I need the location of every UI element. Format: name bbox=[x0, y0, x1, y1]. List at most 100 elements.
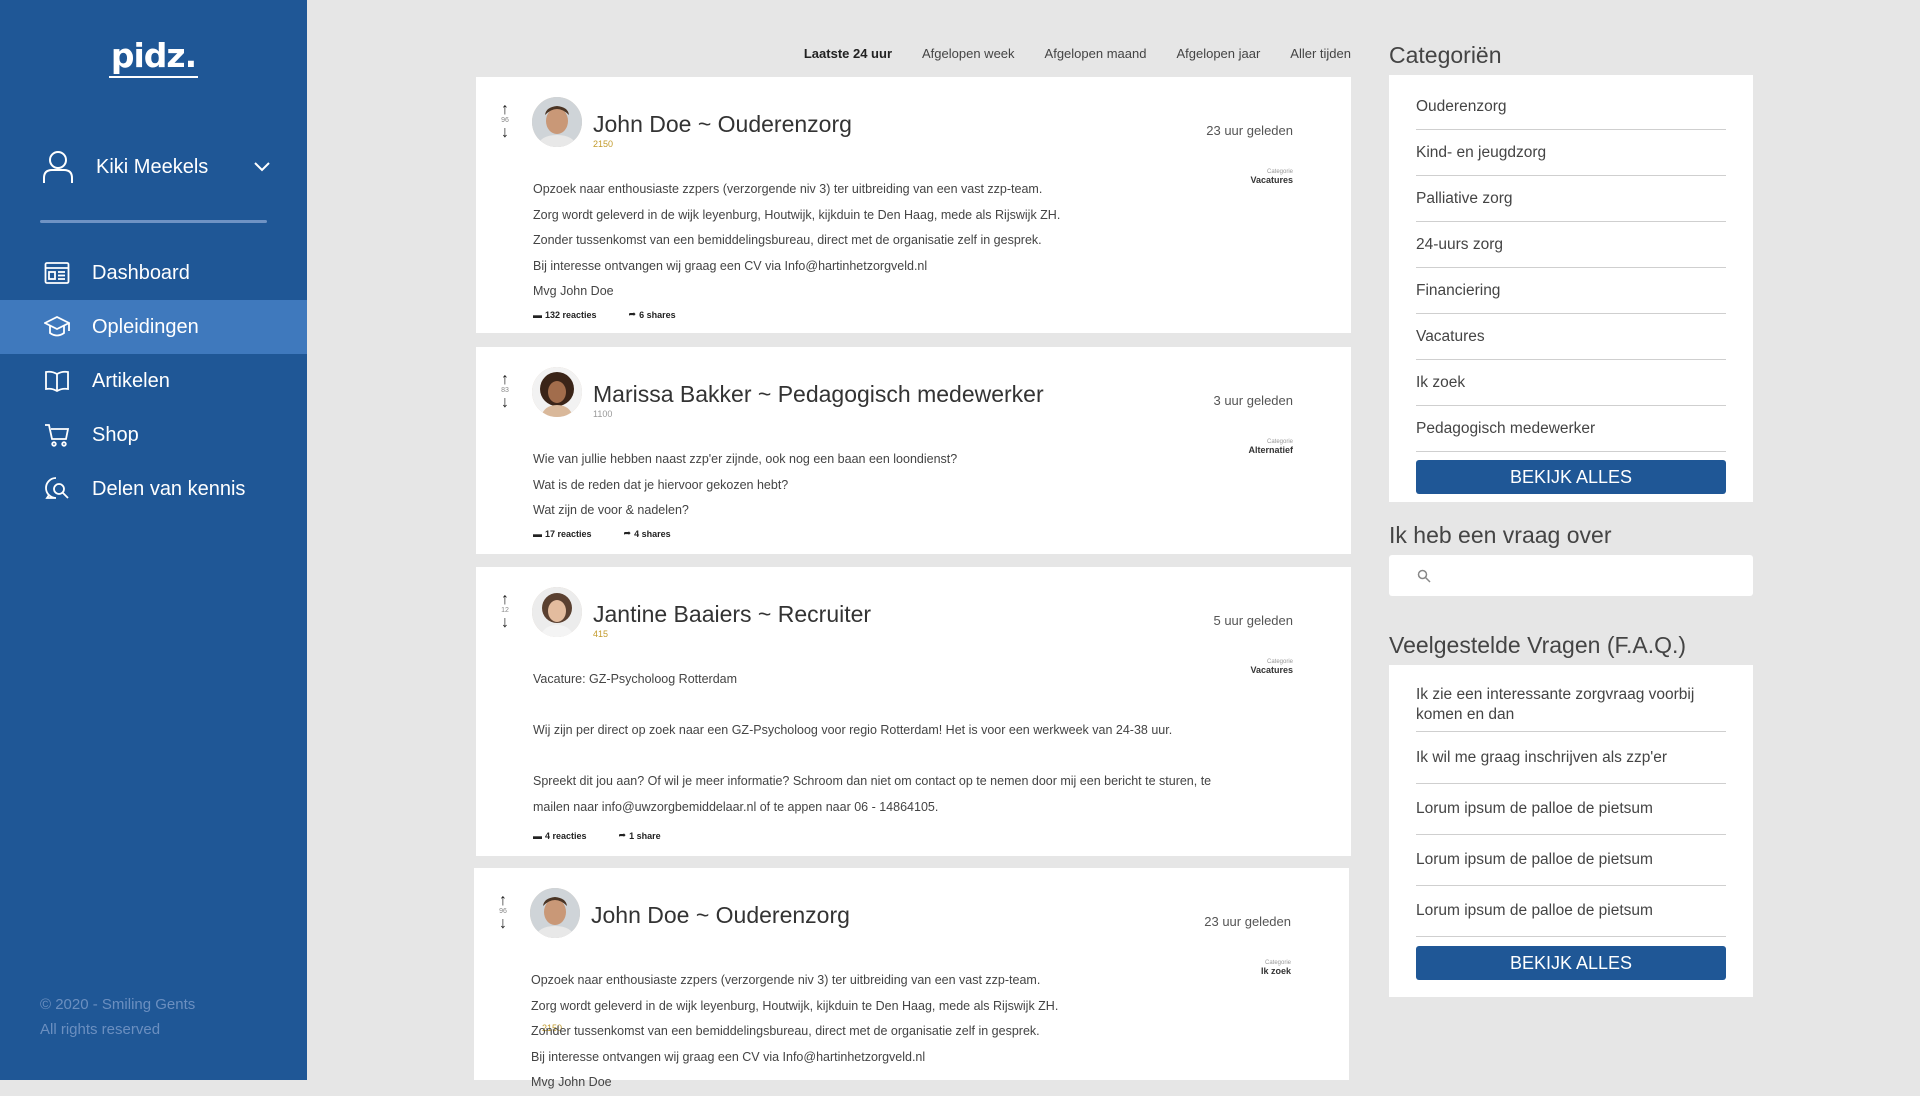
categories-view-all-button[interactable]: BEKIJK ALLES bbox=[1416, 460, 1726, 494]
post-line: Wat zijn de voor & nadelen? bbox=[533, 503, 689, 517]
sidebar: pidz. Kiki Meekels Dashboard Opleidingen bbox=[0, 0, 307, 1080]
comment-icon: ▬ bbox=[533, 309, 542, 320]
sidebar-item-label: Opleidingen bbox=[92, 315, 199, 338]
downvote-arrow-icon[interactable]: ↓ bbox=[498, 395, 512, 411]
post-line: Opzoek naar enthousiaste zzpers (verzorg… bbox=[531, 973, 1041, 987]
sidebar-item-artikelen[interactable]: Artikelen bbox=[0, 354, 307, 408]
category-item[interactable]: 24-uurs zorg bbox=[1416, 222, 1726, 268]
category-item[interactable]: Financiering bbox=[1416, 268, 1726, 314]
copyright-text: © 2020 - Smiling Gents bbox=[40, 996, 196, 1013]
post-body: Wie van jullie hebben naast zzp'er zijnd… bbox=[533, 447, 1273, 524]
post-line: Wij zijn per direct op zoek naar een GZ-… bbox=[533, 723, 1173, 737]
post-time: 3 uur geleden bbox=[1213, 393, 1293, 408]
graduation-cap-icon bbox=[44, 315, 70, 337]
reactions-link[interactable]: ▬ 132 reacties bbox=[533, 309, 597, 320]
upvote-arrow-icon[interactable]: ↑ bbox=[498, 372, 512, 388]
post-line: Mvg John Doe bbox=[533, 284, 614, 298]
post-card[interactable]: ↑ 96 ↓ John Doe ~ Ouderenzorg 2150 23 uu… bbox=[474, 868, 1349, 1089]
post-line: Vacature: GZ-Psycholoog Rotterdam bbox=[533, 672, 738, 686]
post-card[interactable]: ↑ 12 ↓ Jantine Baaiers ~ Recruiter 415 5… bbox=[476, 567, 1351, 856]
upvote-arrow-icon[interactable]: ↑ bbox=[498, 102, 512, 118]
share-icon: ➦ bbox=[623, 528, 632, 538]
upvote-arrow-icon[interactable]: ↑ bbox=[496, 893, 510, 909]
faq-item[interactable]: Lorum ipsum de palloe de pietsum bbox=[1416, 886, 1726, 937]
comment-icon: ▬ bbox=[533, 830, 542, 841]
post-line: Bij interesse ontvangen wij graag een CV… bbox=[533, 258, 928, 273]
shares-count: 4 shares bbox=[634, 528, 671, 539]
upvote-arrow-icon[interactable]: ↑ bbox=[498, 592, 512, 608]
post-card[interactable]: ↑ 96 ↓ John Doe ~ Ouderenzorg 2150 23 uu… bbox=[476, 77, 1351, 333]
filter-last-24h[interactable]: Laatste 24 uur bbox=[804, 46, 892, 61]
faq-item[interactable]: Ik wil me graag inschrijven als zzp'er bbox=[1416, 732, 1726, 784]
reactions-link[interactable]: ▬ 4 reacties bbox=[533, 830, 587, 841]
reactions-count: 4 reacties bbox=[545, 830, 587, 841]
post-line: Mvg John Doe bbox=[531, 1075, 612, 1089]
vote-widget: ↑ 96 ↓ bbox=[496, 893, 510, 932]
post-title[interactable]: John Doe ~ Ouderenzorg bbox=[593, 111, 852, 138]
post-body: Opzoek naar enthousiaste zzpers (verzorg… bbox=[533, 177, 1273, 305]
downvote-arrow-icon[interactable]: ↓ bbox=[498, 615, 512, 631]
faq-item[interactable]: Lorum ipsum de palloe de pietsum bbox=[1416, 835, 1726, 886]
category-item[interactable]: Vacatures bbox=[1416, 314, 1726, 360]
post-score: 415 bbox=[593, 629, 609, 639]
user-name: Kiki Meekels bbox=[96, 155, 209, 178]
category-item[interactable]: Pedagogisch medewerker bbox=[1416, 406, 1726, 452]
reactions-count: 17 reacties bbox=[545, 528, 592, 539]
dashboard-icon bbox=[44, 262, 70, 284]
question-search bbox=[1389, 555, 1753, 596]
avatar[interactable] bbox=[530, 888, 580, 938]
post-line: Opzoek naar enthousiaste zzpers (verzorg… bbox=[533, 182, 1043, 196]
sidebar-item-delen-van-kennis[interactable]: Delen van kennis bbox=[0, 462, 307, 516]
rights-text: All rights reserved bbox=[40, 1021, 161, 1038]
faq-panel: Ik zie een interessante zorgvraag voorbi… bbox=[1389, 665, 1753, 997]
sidebar-item-dashboard[interactable]: Dashboard bbox=[0, 246, 307, 300]
avatar[interactable] bbox=[532, 587, 582, 637]
faq-view-all-button[interactable]: BEKIJK ALLES bbox=[1416, 946, 1726, 980]
downvote-arrow-icon[interactable]: ↓ bbox=[498, 125, 512, 141]
post-line: Spreekt dit jou aan? Of wil je meer info… bbox=[533, 774, 1212, 788]
filter-all-time[interactable]: Aller tijden bbox=[1290, 46, 1351, 61]
category-item[interactable]: Palliative zorg bbox=[1416, 176, 1726, 222]
question-search-input[interactable] bbox=[1439, 566, 1753, 585]
logo[interactable]: pidz. bbox=[0, 36, 307, 78]
filter-month[interactable]: Afgelopen maand bbox=[1045, 46, 1147, 61]
post-title[interactable]: Marissa Bakker ~ Pedagogisch medewerker bbox=[593, 381, 1044, 408]
post-body: Vacature: GZ-Psycholoog Rotterdam Wij zi… bbox=[533, 667, 1273, 820]
post-card[interactable]: ↑ 83 ↓ Marissa Bakker ~ Pedagogisch mede… bbox=[476, 347, 1351, 554]
post-line: Wie van jullie hebben naast zzp'er zijnd… bbox=[533, 452, 958, 466]
sidebar-divider bbox=[40, 220, 267, 223]
post-time: 5 uur geleden bbox=[1213, 613, 1293, 628]
post-title[interactable]: John Doe ~ Ouderenzorg bbox=[591, 902, 850, 929]
reactions-link[interactable]: ▬ 17 reacties bbox=[533, 528, 592, 539]
faq-item[interactable]: Ik zie een interessante zorgvraag voorbi… bbox=[1416, 679, 1726, 732]
time-filter-bar: Laatste 24 uur Afgelopen week Afgelopen … bbox=[774, 46, 1351, 61]
avatar-man-image bbox=[532, 97, 582, 147]
post-line: Wat is de reden dat je hiervoor gekozen … bbox=[533, 477, 789, 492]
avatar[interactable] bbox=[532, 97, 582, 147]
category-item[interactable]: Ouderenzorg bbox=[1416, 84, 1726, 130]
book-icon bbox=[45, 370, 69, 393]
post-title[interactable]: Jantine Baaiers ~ Recruiter bbox=[593, 601, 871, 628]
filter-year[interactable]: Afgelopen jaar bbox=[1176, 46, 1260, 61]
sidebar-item-opleidingen[interactable]: Opleidingen bbox=[0, 300, 307, 354]
avatar[interactable] bbox=[532, 367, 582, 417]
chevron-down-icon[interactable] bbox=[252, 161, 272, 173]
shares-link[interactable]: ➦ 4 shares bbox=[624, 528, 671, 539]
user-menu[interactable]: Kiki Meekels bbox=[42, 150, 272, 184]
category-item[interactable]: Ik zoek bbox=[1416, 360, 1726, 406]
post-line: Zonder tussenkomst van een bemiddelingsb… bbox=[531, 1024, 1040, 1038]
shares-link[interactable]: ➦ 1 share bbox=[619, 830, 661, 841]
categories-title: Categoriën bbox=[1389, 42, 1502, 68]
sidebar-item-label: Delen van kennis bbox=[92, 477, 246, 500]
filter-week[interactable]: Afgelopen week bbox=[922, 46, 1015, 61]
faq-item[interactable]: Lorum ipsum de palloe de pietsum bbox=[1416, 784, 1726, 835]
category-item[interactable]: Kind- en jeugdzorg bbox=[1416, 130, 1726, 176]
shares-link[interactable]: ➦ 6 shares bbox=[629, 309, 676, 320]
downvote-arrow-icon[interactable]: ↓ bbox=[496, 916, 510, 932]
sidebar-item-label: Shop bbox=[92, 423, 139, 446]
post-body: Opzoek naar enthousiaste zzpers (verzorg… bbox=[531, 968, 1271, 1096]
post-line: Bij interesse ontvangen wij graag een CV… bbox=[531, 1049, 926, 1064]
post-line: Zorg wordt geleverd in de wijk leyenburg… bbox=[533, 207, 1061, 222]
post-line bbox=[533, 693, 1273, 719]
sidebar-item-shop[interactable]: Shop bbox=[0, 408, 307, 462]
